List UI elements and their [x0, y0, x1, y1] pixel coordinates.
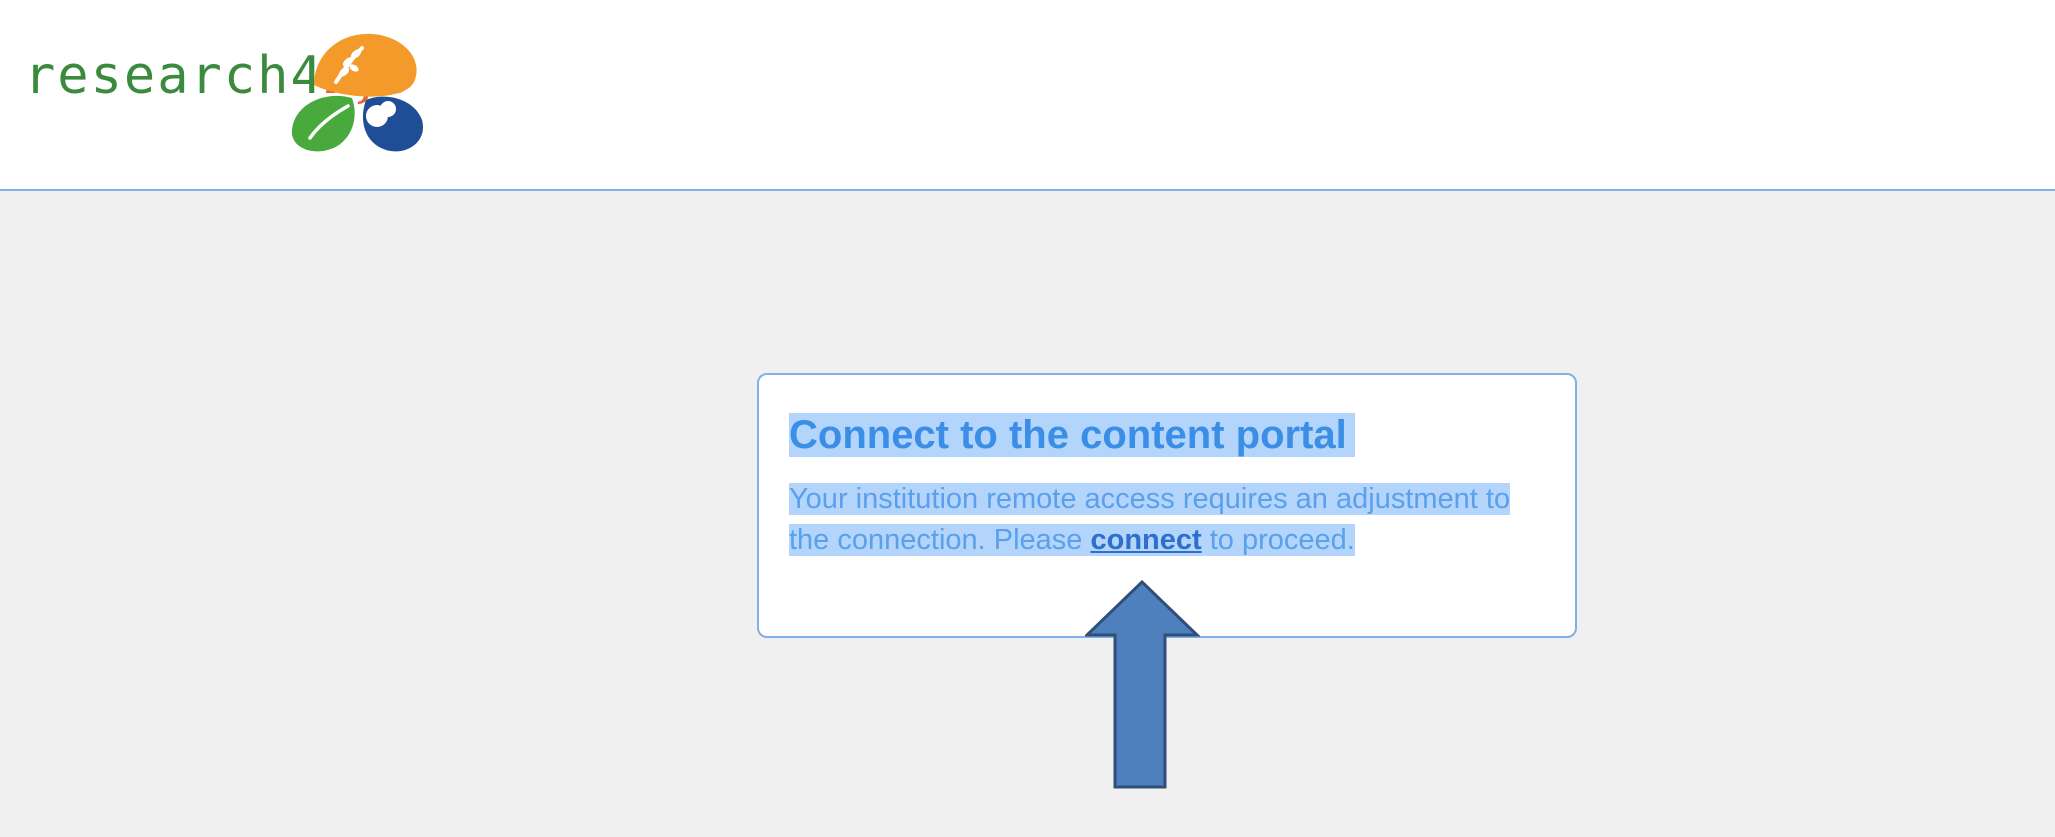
connect-link[interactable]: connect	[1090, 524, 1202, 556]
site-header: research4life	[0, 0, 2055, 191]
card-title: Connect to the content portal	[789, 413, 1355, 457]
up-arrow-icon	[1085, 580, 1200, 789]
research4life-logo[interactable]: research4life	[24, 30, 424, 155]
card-message: Your institution remote access requires …	[789, 479, 1545, 561]
message-text-after: to proceed.	[1201, 524, 1355, 556]
butterfly-logo-icon	[291, 33, 424, 152]
